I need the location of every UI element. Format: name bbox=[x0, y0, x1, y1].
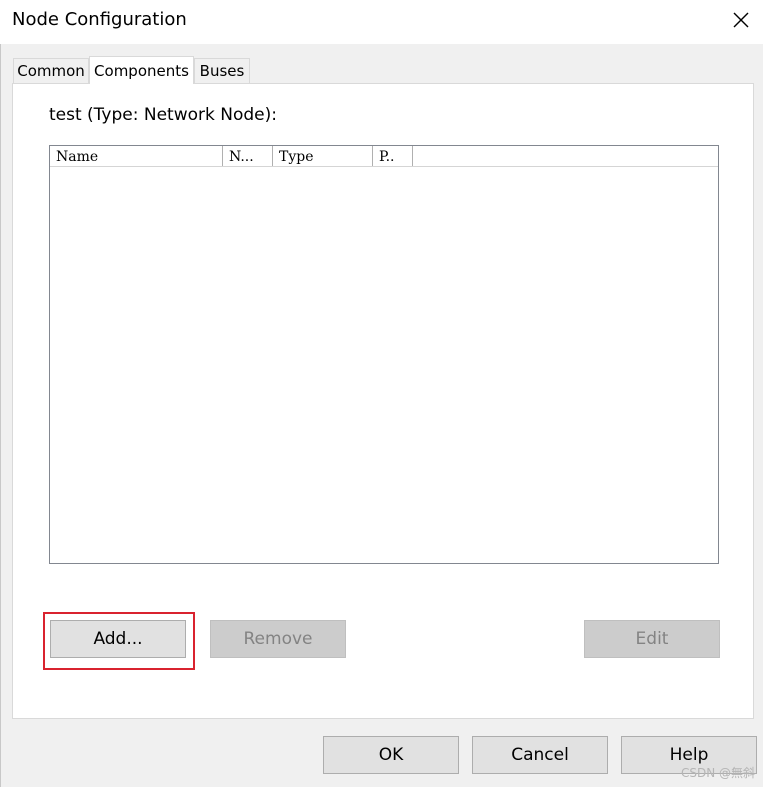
tab-components[interactable]: Components bbox=[89, 56, 194, 84]
edit-button[interactable]: Edit bbox=[584, 620, 720, 658]
window-title: Node Configuration bbox=[12, 9, 187, 30]
close-icon bbox=[732, 11, 750, 33]
column-header-n[interactable]: N... bbox=[223, 146, 273, 166]
watermark: CSDN @無斜 bbox=[680, 766, 755, 780]
title-bar: Node Configuration bbox=[0, 0, 763, 44]
cancel-button[interactable]: Cancel bbox=[472, 736, 608, 774]
column-header-name[interactable]: Name bbox=[50, 146, 223, 166]
ok-button[interactable]: OK bbox=[323, 736, 459, 774]
highlight-box bbox=[43, 612, 195, 670]
tab-buses[interactable]: Buses bbox=[194, 58, 250, 83]
close-button[interactable] bbox=[723, 4, 759, 40]
column-header-type[interactable]: Type bbox=[273, 146, 373, 166]
components-list[interactable]: Name N... Type P.. bbox=[49, 145, 719, 564]
column-header-p[interactable]: P.. bbox=[373, 146, 413, 166]
node-label: test (Type: Network Node): bbox=[49, 105, 277, 125]
remove-button[interactable]: Remove bbox=[210, 620, 346, 658]
window-left-border bbox=[0, 44, 1, 787]
tab-common[interactable]: Common bbox=[13, 58, 89, 83]
list-header: Name N... Type P.. bbox=[50, 146, 718, 167]
